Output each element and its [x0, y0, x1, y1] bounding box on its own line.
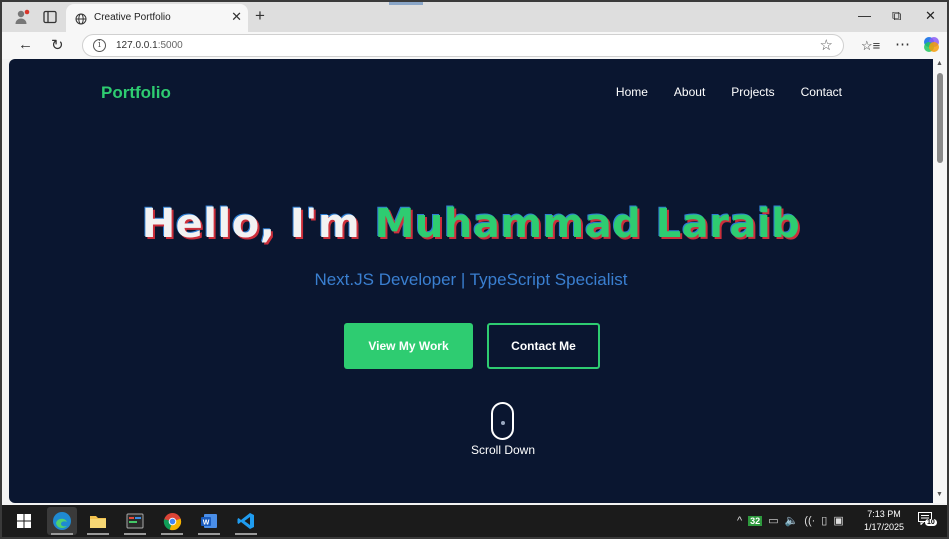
nav-link-contact[interactable]: Contact — [801, 85, 842, 99]
address-bar[interactable]: i 127.0.0.1:5000 ☆ — [82, 34, 844, 57]
battery-level-badge[interactable]: 32 — [748, 515, 763, 526]
window-close-icon[interactable]: ✕ — [925, 8, 936, 24]
app-indicator — [161, 533, 183, 535]
nav-link-projects[interactable]: Projects — [731, 85, 774, 99]
navigation-bar: ← ↻ i 127.0.0.1:5000 ☆ ☆≡ ⋯ — [2, 32, 947, 59]
scroll-down-label: Scroll Down — [470, 443, 536, 457]
windows-taskbar: W ^ 32 ▭ 🔈 ((· ▯ ▣ 7:13 PM 1/17/2025 10 — [2, 505, 947, 537]
site-logo[interactable]: Portfolio — [101, 83, 171, 103]
windows-start-icon[interactable] — [9, 507, 39, 535]
app-indicator — [198, 533, 220, 535]
tab-accent-bar — [389, 2, 423, 5]
minimize-icon[interactable]: — — [858, 8, 871, 23]
sidebar-toggle-icon[interactable] — [41, 8, 59, 26]
word-icon[interactable]: W — [194, 507, 224, 535]
meet-now-icon[interactable]: ▣ — [833, 514, 843, 527]
app-indicator — [124, 533, 146, 535]
back-icon[interactable]: ← — [18, 36, 33, 53]
tab-strip: Creative Portfolio ✕ + — ⧉ ✕ — [2, 2, 947, 32]
battery-icon[interactable]: ▭ — [768, 514, 778, 527]
screen: Creative Portfolio ✕ + — ⧉ ✕ ← ↻ i 127.0… — [0, 0, 949, 539]
site-navigation: Home About Projects Contact — [616, 85, 842, 99]
nav-link-about[interactable]: About — [674, 85, 705, 99]
clock[interactable]: 7:13 PM 1/17/2025 — [858, 508, 910, 534]
hero-name: Muhammad Laraib — [374, 201, 801, 247]
copilot-icon[interactable] — [923, 36, 940, 57]
notification-count-badge: 10 — [925, 519, 937, 526]
edge-icon[interactable] — [47, 507, 77, 535]
chevron-up-icon[interactable]: ^ — [737, 515, 742, 527]
app-indicator — [235, 533, 257, 535]
mouse-wheel-dot — [501, 421, 505, 425]
vscode-icon[interactable] — [231, 507, 261, 535]
scrollbar-thumb[interactable] — [937, 73, 943, 163]
hero-heading: Hello, I'm Muhammad Laraib — [9, 201, 933, 247]
restore-icon[interactable]: ⧉ — [892, 8, 901, 24]
contact-me-button[interactable]: Contact Me — [487, 323, 600, 369]
system-tray: ^ 32 ▭ 🔈 ((· ▯ ▣ — [737, 514, 844, 528]
tab-title: Creative Portfolio — [94, 12, 171, 23]
new-tab-icon[interactable]: + — [255, 6, 265, 26]
site-info-icon[interactable]: i — [93, 39, 106, 52]
svg-text:W: W — [203, 520, 210, 527]
notification-center-icon[interactable]: 10 — [918, 512, 937, 530]
nav-link-home[interactable]: Home — [616, 85, 648, 99]
url-host: 127.0.0.1 — [116, 40, 158, 51]
active-indicator — [51, 533, 73, 535]
favorite-star-icon[interactable]: ☆ — [820, 36, 833, 54]
globe-icon — [75, 12, 87, 30]
file-explorer-icon[interactable] — [83, 507, 113, 535]
hero-subtitle: Next.JS Developer | TypeScript Specialis… — [314, 270, 628, 289]
speaker-icon[interactable]: 🔈 — [785, 514, 799, 527]
url-port: :5000 — [157, 40, 183, 51]
wifi-icon[interactable]: ((· — [804, 515, 815, 527]
scroll-down-arrow-icon[interactable]: ▼ — [936, 491, 943, 498]
scroll-mouse-icon[interactable] — [491, 402, 514, 440]
clock-date: 1/17/2025 — [863, 522, 905, 532]
hero-greeting: Hello, I'm — [141, 201, 361, 247]
view-work-button[interactable]: View My Work — [344, 323, 473, 369]
vertical-scrollbar[interactable]: ▲ ▼ — [933, 59, 947, 503]
reload-icon[interactable]: ↻ — [51, 36, 64, 54]
browser-tab[interactable]: Creative Portfolio ✕ — [66, 4, 248, 32]
more-menu-icon[interactable]: ⋯ — [895, 35, 910, 53]
profile-icon[interactable] — [13, 8, 31, 26]
scroll-up-arrow-icon[interactable]: ▲ — [936, 60, 943, 67]
close-tab-icon[interactable]: ✕ — [231, 9, 242, 25]
url-text[interactable]: 127.0.0.1:5000 — [116, 40, 183, 51]
terminal-icon[interactable] — [120, 507, 150, 535]
app-indicator — [87, 533, 109, 535]
page-viewport: Portfolio Home About Projects Contact He… — [9, 59, 933, 503]
clock-time: 7:13 PM — [867, 509, 901, 519]
favorites-icon[interactable]: ☆≡ — [861, 38, 880, 54]
chrome-icon[interactable] — [157, 507, 187, 535]
usb-drive-icon[interactable]: ▯ — [821, 514, 827, 527]
